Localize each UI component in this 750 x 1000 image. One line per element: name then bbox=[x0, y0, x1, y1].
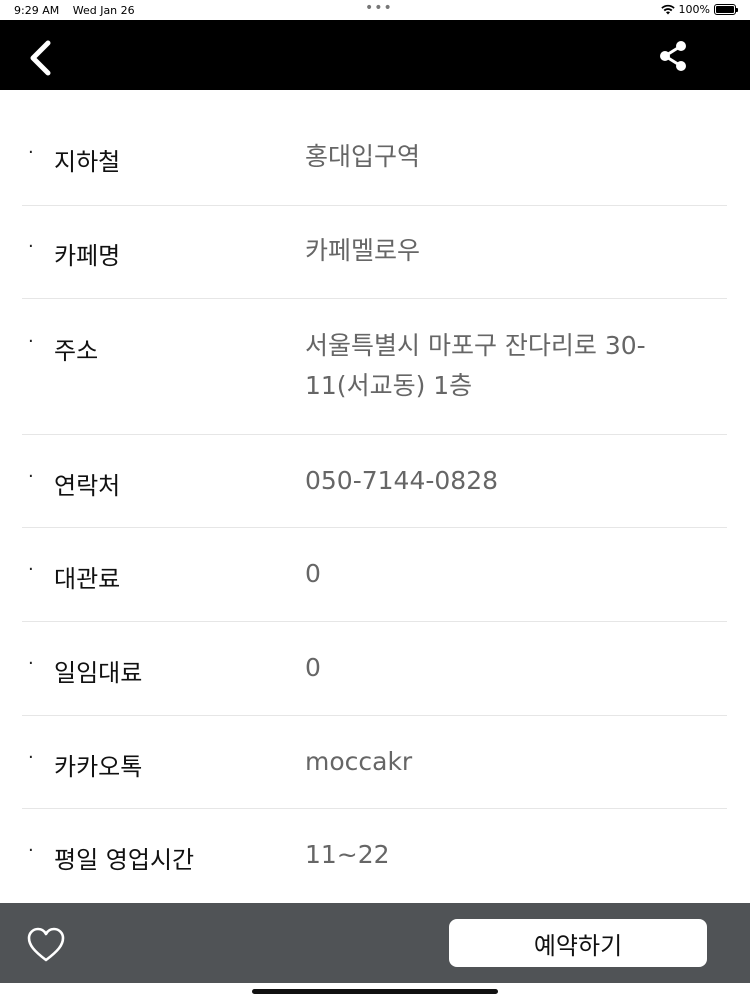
detail-label: 대관료 bbox=[54, 565, 121, 593]
detail-value: 0 bbox=[305, 559, 321, 588]
bullet: · bbox=[28, 466, 34, 487]
bullet: · bbox=[28, 653, 34, 674]
home-indicator[interactable] bbox=[252, 989, 498, 994]
heart-outline-icon bbox=[27, 927, 65, 962]
detail-row-kakaotalk: · 카카오톡 moccakr bbox=[22, 716, 727, 809]
detail-value: 서울특별시 마포구 잔다리로 30-11(서교동) 1층 bbox=[305, 331, 646, 400]
status-bar: 9:29 AM Wed Jan 26 ••• 100% bbox=[0, 0, 750, 20]
detail-label: 평일 영업시간 bbox=[54, 846, 195, 874]
detail-value: moccakr bbox=[305, 747, 413, 776]
multitasking-dots-icon[interactable]: ••• bbox=[365, 0, 393, 16]
bottom-action-bar: 예약하기 bbox=[0, 903, 750, 983]
detail-value[interactable]: 050-7144-0828 bbox=[305, 461, 705, 501]
bullet: · bbox=[28, 559, 34, 580]
battery-percent: 100% bbox=[678, 3, 710, 16]
wifi-icon bbox=[660, 4, 675, 15]
detail-value: 11~22 bbox=[305, 840, 390, 869]
detail-label: 카카오톡 bbox=[54, 753, 143, 781]
detail-label: 일임대료 bbox=[54, 659, 143, 687]
bullet: · bbox=[28, 747, 34, 768]
bullet: · bbox=[28, 142, 34, 163]
bullet: · bbox=[28, 236, 34, 257]
share-icon bbox=[660, 41, 686, 71]
favorite-button[interactable] bbox=[26, 925, 66, 965]
bullet: · bbox=[28, 840, 34, 861]
detail-row-subway: · 지하철 홍대입구역 bbox=[22, 112, 727, 206]
battery-icon bbox=[714, 4, 738, 15]
detail-list: · 지하철 홍대입구역 · 카페명 카페멜로우 · 주소 서울특별시 마포구 잔… bbox=[22, 112, 727, 903]
chevron-left-icon bbox=[30, 40, 51, 76]
share-button[interactable] bbox=[655, 38, 691, 74]
detail-row-address: · 주소 서울특별시 마포구 잔다리로 30-11(서교동) 1층 bbox=[22, 299, 727, 435]
detail-value: 카페멜로우 bbox=[305, 236, 421, 265]
status-right: 100% bbox=[660, 3, 738, 16]
status-time-date: 9:29 AM Wed Jan 26 bbox=[14, 4, 145, 17]
detail-row-contact: · 연락처 050-7144-0828 bbox=[22, 435, 727, 528]
back-button[interactable] bbox=[24, 38, 58, 78]
detail-label: 연락처 bbox=[54, 472, 121, 500]
detail-row-daily-rent: · 일임대료 0 bbox=[22, 622, 727, 716]
detail-row-weekday-hours: · 평일 영업시간 11~22 bbox=[22, 809, 727, 903]
nav-bar bbox=[0, 20, 750, 90]
detail-value: 홍대입구역 bbox=[305, 142, 421, 171]
detail-value: 0 bbox=[305, 653, 321, 682]
detail-label: 지하철 bbox=[54, 148, 121, 176]
status-time: 9:29 AM bbox=[14, 4, 60, 17]
detail-row-rental-fee: · 대관료 0 bbox=[22, 528, 727, 622]
detail-row-cafe-name: · 카페명 카페멜로우 bbox=[22, 206, 727, 299]
detail-label: 카페명 bbox=[54, 242, 121, 270]
status-date: Wed Jan 26 bbox=[72, 4, 135, 17]
reserve-button[interactable]: 예약하기 bbox=[449, 919, 707, 967]
detail-label: 주소 bbox=[54, 337, 99, 365]
bullet: · bbox=[28, 331, 34, 352]
